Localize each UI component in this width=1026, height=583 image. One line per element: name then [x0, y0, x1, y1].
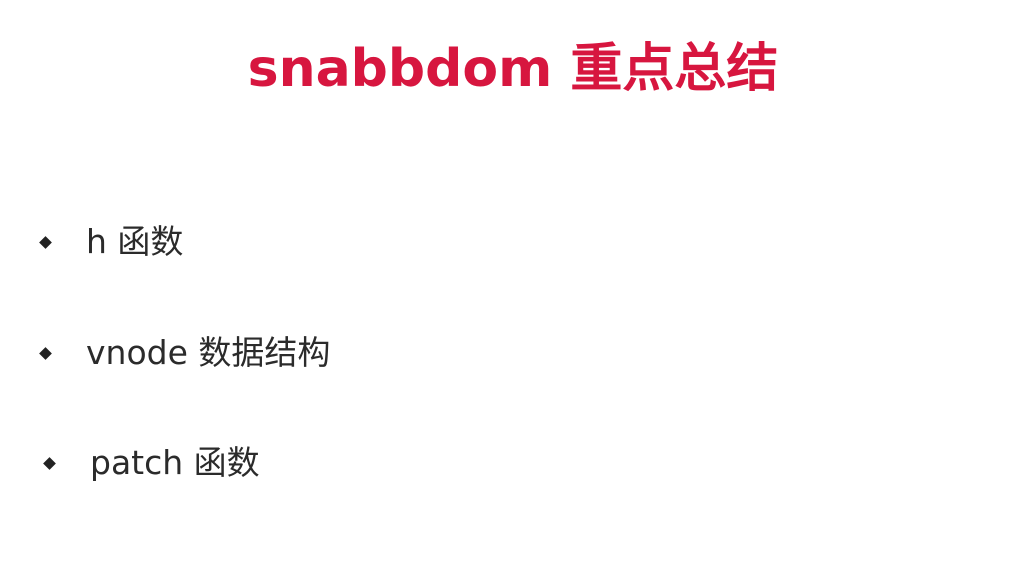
slide-title: snabbdom 重点总结: [247, 39, 779, 99]
bullet-item-vnode-structure: vnode 数据结构: [38, 331, 330, 375]
bullet-text: h 函数: [86, 222, 184, 261]
diamond-bullet-icon: [39, 346, 52, 360]
bullet-item-h-function: h 函数: [38, 220, 183, 264]
bullet-text: vnode 数据结构: [86, 333, 331, 372]
slide: snabbdom 重点总结 h 函数 vnode 数据结构 patch 函数: [0, 0, 1026, 583]
bullet-item-patch-function: patch 函数: [42, 441, 260, 485]
bullet-text: patch 函数: [90, 443, 260, 482]
diamond-bullet-icon: [43, 456, 56, 470]
diamond-bullet-icon: [39, 235, 52, 249]
